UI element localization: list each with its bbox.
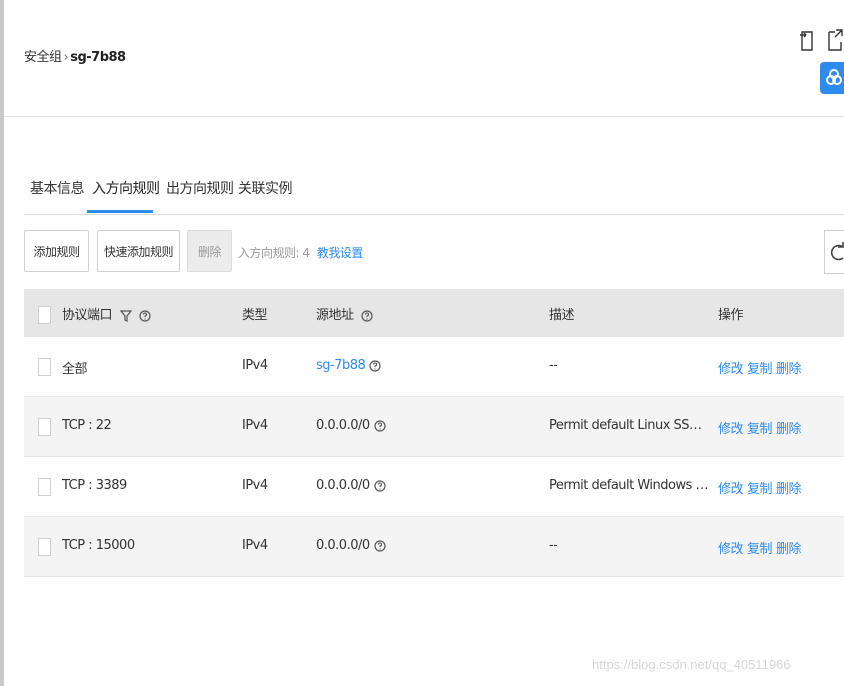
delete-button[interactable]: 删除 bbox=[187, 230, 232, 272]
tab-associated-instances[interactable]: 关联实例 bbox=[238, 178, 293, 198]
help-icon[interactable] bbox=[369, 359, 381, 372]
cell-type: IPv4 bbox=[242, 418, 268, 433]
tab-bar: 基本信息 入方向规则 出方向规则 关联实例 bbox=[24, 168, 844, 215]
rule-count-label: 入方向规则: bbox=[238, 246, 300, 260]
export-icon[interactable] bbox=[798, 26, 816, 56]
row-checkbox[interactable] bbox=[38, 478, 51, 496]
help-icon[interactable] bbox=[361, 309, 373, 322]
rule-count-value: 4 bbox=[302, 246, 310, 260]
modify-link[interactable]: 修改 bbox=[718, 418, 744, 437]
cell-source: sg-7b88 bbox=[316, 358, 381, 373]
breadcrumb-separator: › bbox=[63, 50, 69, 65]
select-all-checkbox[interactable] bbox=[38, 306, 51, 324]
modify-link[interactable]: 修改 bbox=[718, 538, 744, 557]
cell-type: IPv4 bbox=[242, 358, 268, 373]
cell-source: 0.0.0.0/0 bbox=[316, 418, 386, 433]
active-tab-indicator bbox=[87, 210, 153, 213]
modify-link[interactable]: 修改 bbox=[718, 478, 744, 497]
breadcrumb-parent[interactable]: 安全组 bbox=[24, 50, 62, 65]
header-type: 类型 bbox=[242, 308, 268, 323]
tab-inbound-rules[interactable]: 入方向规则 bbox=[92, 178, 160, 198]
quick-add-rule-button[interactable]: 快速添加规则 bbox=[97, 230, 180, 272]
breadcrumb: 安全组 › sg-7b88 bbox=[24, 46, 126, 65]
assistant-button[interactable] bbox=[820, 62, 844, 94]
cell-type: IPv4 bbox=[242, 478, 268, 493]
cell-protocol-port: 全部 bbox=[62, 362, 88, 377]
copy-link[interactable]: 复制 bbox=[747, 418, 773, 437]
inbound-rules-table: 协议端口 类型 源地址 描述 操作 全部 IPv4 sg-7b88 -- 修改 … bbox=[24, 289, 844, 577]
cell-description: Permit default Linux SSH port. bbox=[549, 418, 709, 433]
filter-icon[interactable] bbox=[119, 309, 132, 323]
delete-link[interactable]: 删除 bbox=[776, 478, 802, 497]
watermark: https://blog.csdn.net/qq_40511966 bbox=[592, 657, 791, 672]
help-icon[interactable] bbox=[374, 539, 386, 552]
header-source: 源地址 bbox=[316, 304, 373, 323]
cell-protocol-port: TCP : 3389 bbox=[62, 478, 127, 493]
header-protocol-port-label: 协议端口 bbox=[62, 308, 113, 323]
header-description: 描述 bbox=[549, 308, 575, 323]
table-header: 协议端口 类型 源地址 描述 操作 bbox=[24, 289, 844, 337]
help-icon[interactable] bbox=[374, 479, 386, 492]
row-checkbox[interactable] bbox=[38, 358, 51, 376]
tab-outbound-rules[interactable]: 出方向规则 bbox=[166, 178, 234, 198]
delete-link[interactable]: 删除 bbox=[776, 418, 802, 437]
cell-protocol-port: TCP : 22 bbox=[62, 418, 112, 433]
page-header: 安全组 › sg-7b88 bbox=[4, 0, 844, 117]
cell-protocol-port: TCP : 15000 bbox=[62, 538, 135, 553]
header-protocol-port: 协议端口 bbox=[62, 304, 151, 323]
table-row: TCP : 22 IPv4 0.0.0.0/0 Permit default L… bbox=[24, 397, 844, 457]
copy-link[interactable]: 复制 bbox=[747, 478, 773, 497]
assistant-icon bbox=[826, 69, 842, 85]
source-value: 0.0.0.0/0 bbox=[316, 478, 370, 493]
row-checkbox[interactable] bbox=[38, 418, 51, 436]
cell-description: Permit default Windows remote des... bbox=[549, 478, 709, 493]
breadcrumb-current: sg-7b88 bbox=[70, 50, 126, 65]
cell-source: 0.0.0.0/0 bbox=[316, 538, 386, 553]
cell-description: -- bbox=[549, 538, 558, 553]
help-icon[interactable] bbox=[139, 309, 151, 322]
tutorial-link[interactable]: 教我设置 bbox=[317, 246, 364, 260]
copy-link[interactable]: 复制 bbox=[747, 538, 773, 557]
add-rule-button[interactable]: 添加规则 bbox=[24, 230, 89, 272]
cell-source: 0.0.0.0/0 bbox=[316, 478, 386, 493]
delete-link[interactable]: 删除 bbox=[776, 538, 802, 557]
modify-link[interactable]: 修改 bbox=[718, 358, 744, 377]
table-row: 全部 IPv4 sg-7b88 -- 修改 复制 删除 bbox=[24, 337, 844, 397]
tab-basic-info[interactable]: 基本信息 bbox=[30, 178, 85, 198]
table-row: TCP : 15000 IPv4 0.0.0.0/0 -- 修改 复制 删除 bbox=[24, 517, 844, 577]
toolbar: 添加规则 快速添加规则 删除 入方向规则: 4 教我设置 bbox=[24, 230, 844, 276]
open-new-window-icon[interactable] bbox=[826, 26, 844, 56]
source-value: 0.0.0.0/0 bbox=[316, 538, 370, 553]
cell-description: -- bbox=[549, 358, 558, 373]
cell-type: IPv4 bbox=[242, 538, 268, 553]
refresh-icon bbox=[830, 242, 844, 261]
refresh-button[interactable] bbox=[824, 230, 844, 274]
source-value: 0.0.0.0/0 bbox=[316, 418, 370, 433]
copy-link[interactable]: 复制 bbox=[747, 358, 773, 377]
header-source-label: 源地址 bbox=[316, 308, 354, 323]
delete-link[interactable]: 删除 bbox=[776, 358, 802, 377]
row-checkbox[interactable] bbox=[38, 538, 51, 556]
table-row: TCP : 3389 IPv4 0.0.0.0/0 Permit default… bbox=[24, 457, 844, 517]
help-icon[interactable] bbox=[374, 419, 386, 432]
rule-count: 入方向规则: 4 教我设置 bbox=[238, 244, 363, 261]
header-actions: 操作 bbox=[718, 308, 744, 323]
source-link[interactable]: sg-7b88 bbox=[316, 358, 366, 373]
